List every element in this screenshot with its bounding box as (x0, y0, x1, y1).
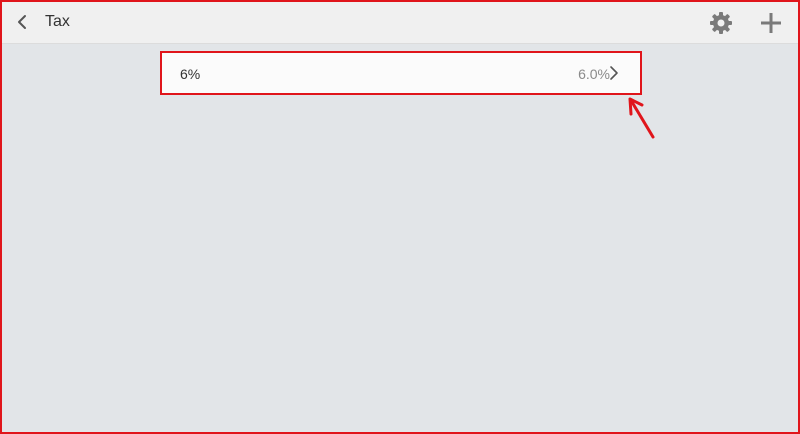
tax-name: 6% (180, 66, 201, 82)
plus-icon (761, 13, 781, 33)
settings-button[interactable] (708, 10, 734, 36)
chevron-right-icon (610, 66, 618, 80)
add-button[interactable] (758, 10, 784, 36)
annotation-arrow-icon (628, 97, 655, 139)
tax-rate: 6.0% (578, 66, 610, 82)
back-button[interactable] (10, 10, 34, 34)
chevron-left-icon (18, 15, 26, 29)
top-bar: Tax (0, 0, 800, 44)
gear-icon (710, 12, 732, 34)
page-title: Tax (45, 13, 70, 30)
tax-list-item[interactable]: 6% 6.0% (160, 51, 642, 95)
